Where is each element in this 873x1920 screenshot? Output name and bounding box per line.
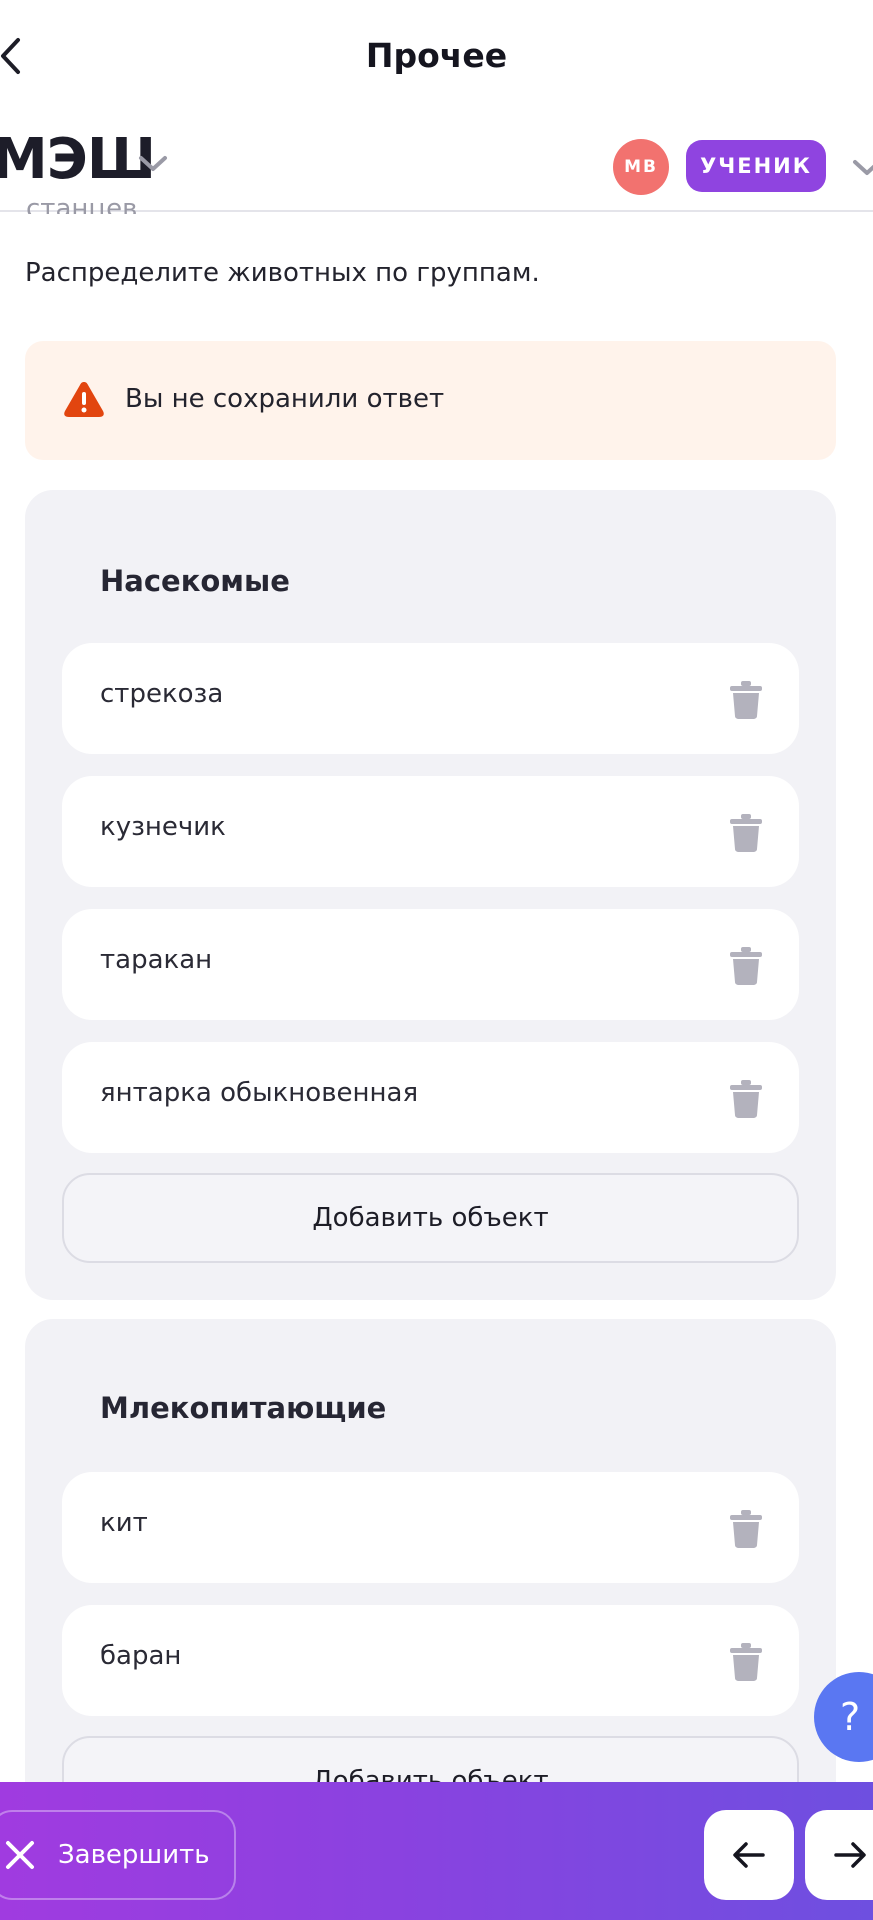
arrow-right-icon — [834, 1842, 866, 1868]
prev-button[interactable] — [704, 1810, 794, 1900]
list-item[interactable]: баран — [62, 1605, 799, 1716]
item-label: кит — [100, 1508, 148, 1538]
group-title: Насекомые — [100, 564, 290, 598]
warning-text: Вы не сохранили ответ — [125, 384, 445, 414]
group-mammals: Млекопитающие кит баран Добавить объект — [25, 1319, 836, 1839]
page-title: Прочее — [365, 36, 508, 75]
warning-triangle-icon — [64, 382, 104, 417]
group-title: Млекопитающие — [100, 1391, 387, 1425]
close-icon — [6, 1841, 34, 1869]
chevron-down-icon[interactable] — [138, 154, 168, 174]
trash-icon[interactable] — [729, 680, 763, 720]
bottom-action-bar: Завершить — [0, 1782, 873, 1920]
list-item[interactable]: стрекоза — [62, 643, 799, 754]
role-chevron-down-icon[interactable] — [852, 158, 873, 178]
task-instruction: Распределите животных по группам. — [25, 258, 540, 288]
add-object-button[interactable]: Добавить объект — [62, 1173, 799, 1263]
list-item[interactable]: янтарка обыкновенная — [62, 1042, 799, 1153]
group-insects: Насекомые стрекоза кузнечик таракан янта… — [25, 490, 836, 1300]
item-label: стрекоза — [100, 679, 224, 709]
item-label: кузнечик — [100, 812, 226, 842]
unsaved-warning: Вы не сохранили ответ — [25, 341, 836, 460]
item-label: янтарка обыкновенная — [100, 1078, 419, 1108]
list-item[interactable]: таракан — [62, 909, 799, 1020]
trash-icon[interactable] — [729, 1079, 763, 1119]
next-button[interactable] — [805, 1810, 873, 1900]
finish-label: Завершить — [58, 1840, 210, 1870]
trash-icon[interactable] — [729, 1509, 763, 1549]
avatar[interactable]: МВ — [613, 139, 669, 195]
app-logo[interactable]: МЭШ — [0, 128, 156, 192]
item-label: таракан — [100, 945, 213, 975]
arrow-left-icon — [733, 1842, 765, 1868]
cut-off-text: станцев — [26, 196, 138, 214]
trash-icon[interactable] — [729, 813, 763, 853]
role-badge[interactable]: УЧЕНИК — [686, 140, 826, 192]
trash-icon[interactable] — [729, 1642, 763, 1682]
item-label: баран — [100, 1641, 182, 1671]
top-bar: Прочее — [0, 0, 873, 110]
list-item[interactable]: кузнечик — [62, 776, 799, 887]
finish-button[interactable]: Завершить — [0, 1810, 236, 1900]
trash-icon[interactable] — [729, 946, 763, 986]
list-item[interactable]: кит — [62, 1472, 799, 1583]
